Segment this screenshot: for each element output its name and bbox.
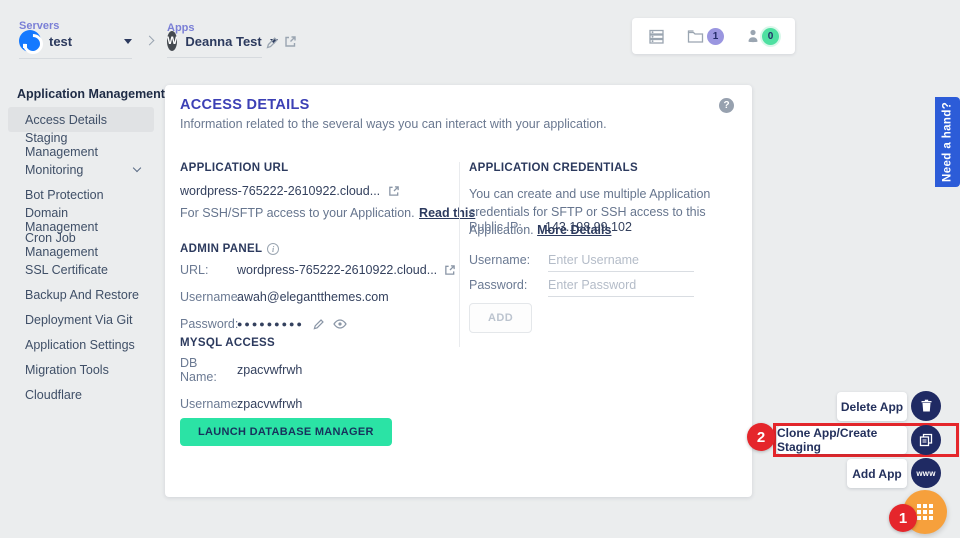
admin-username-row: Username: awah@elegantthemes.com: [180, 290, 450, 304]
cred-password-label: Password:: [469, 276, 548, 292]
info-icon[interactable]: i: [267, 243, 279, 255]
sidebar-item-label: Migration Tools: [25, 363, 109, 377]
mysql-username-value: zpacvwfrwh: [237, 397, 302, 411]
sidebar-item-label: Deployment Via Git: [25, 313, 132, 327]
admin-password-value: ●●●●●●●●●: [237, 319, 304, 329]
delete-app-button[interactable]: Delete App: [837, 392, 907, 421]
person-icon: [746, 28, 760, 44]
delete-app-icon-button[interactable]: [911, 391, 941, 421]
sidebar-item-label: Staging Management: [25, 131, 140, 159]
sidebar-item-label: Domain Management: [25, 206, 140, 234]
admin-username-value: awah@elegantthemes.com: [237, 290, 389, 304]
sidebar-item-bot-protection[interactable]: Bot Protection: [8, 182, 154, 207]
trash-icon: [920, 399, 933, 413]
public-ip-label: Public IP:: [469, 220, 545, 234]
application-url-heading: APPLICATION URL: [180, 162, 288, 174]
sidebar-item-cron-job-management[interactable]: Cron Job Management: [8, 232, 154, 257]
sidebar-item-cloudflare[interactable]: Cloudflare: [8, 382, 154, 407]
mysql-access-heading: MYSQL ACCESS: [180, 337, 275, 349]
caret-down-icon: [124, 39, 132, 44]
application-url-value: wordpress-765222-2610922.cloud...: [180, 184, 380, 198]
annotation-badge-step1: 1: [889, 504, 917, 532]
sidebar-item-deployment-via-git[interactable]: Deployment Via Git: [8, 307, 154, 332]
username-input[interactable]: [548, 251, 694, 272]
mysql-dbname-row: DB Name: zpacvwfrwh: [180, 356, 450, 384]
ssh-access-text: For SSH/SFTP access to your Application.: [180, 206, 415, 220]
add-app-icon-button[interactable]: www: [911, 458, 941, 488]
folder-icon: [687, 29, 705, 44]
sidebar-item-staging-management[interactable]: Staging Management: [8, 132, 154, 157]
team-count-badge: 0: [762, 28, 779, 45]
sidebar-item-backup-and-restore[interactable]: Backup And Restore: [8, 282, 154, 307]
top-toolbar: 1 0: [632, 18, 795, 54]
team-counter[interactable]: 0: [746, 28, 779, 45]
add-app-button[interactable]: Add App: [847, 459, 907, 488]
launch-database-manager-button[interactable]: LAUNCH DATABASE MANAGER: [180, 418, 392, 446]
chevron-right-icon: [145, 36, 155, 46]
projects-counter[interactable]: 1: [687, 28, 724, 45]
help-icon[interactable]: ?: [719, 98, 734, 113]
grid-icon: [917, 504, 933, 520]
sidebar-title: Application Management: [17, 87, 165, 101]
sidebar-item-label: Cloudflare: [25, 388, 82, 402]
cred-username-label: Username:: [469, 251, 548, 267]
sidebar-item-application-settings[interactable]: Application Settings: [8, 332, 154, 357]
sidebar-item-label: Monitoring: [25, 163, 83, 177]
page-title: ACCESS DETAILS: [180, 97, 310, 113]
sidebar-item-label: SSL Certificate: [25, 263, 108, 277]
clone-app-button[interactable]: Clone App/Create Staging: [777, 426, 907, 454]
admin-password-row: Password: ●●●●●●●●●: [180, 317, 450, 331]
edit-app-pencil-icon[interactable]: [266, 36, 279, 49]
server-selector[interactable]: test: [19, 30, 132, 59]
read-this-link[interactable]: Read this: [419, 206, 475, 220]
sidebar-item-monitoring[interactable]: Monitoring: [8, 157, 154, 182]
server-rack-icon[interactable]: [648, 28, 665, 45]
edit-password-pencil-icon[interactable]: [313, 318, 325, 330]
www-icon: www: [916, 469, 935, 478]
open-app-external-link-icon[interactable]: [284, 35, 297, 48]
app-selector[interactable]: W Deanna Test: [167, 31, 262, 58]
open-admin-external-link-icon[interactable]: [444, 264, 456, 276]
chevron-down-icon: [133, 164, 141, 172]
sidebar-items: Access Details Staging Management Monitori…: [8, 107, 154, 407]
sidebar-item-label: Backup And Restore: [25, 288, 139, 302]
projects-count-badge: 1: [707, 28, 724, 45]
clone-icon: [919, 433, 933, 447]
admin-url-value: wordpress-765222-2610922.cloud...: [237, 263, 437, 277]
annotation-badge-step2: 2: [747, 423, 775, 451]
sidebar-item-label: Cron Job Management: [25, 231, 140, 259]
sidebar-item-access-details[interactable]: Access Details: [8, 107, 154, 132]
show-password-eye-icon[interactable]: [333, 319, 347, 329]
app-name: Deanna Test: [185, 34, 261, 49]
wordpress-icon: W: [167, 31, 177, 51]
sidebar-item-migration-tools[interactable]: Migration Tools: [8, 357, 154, 382]
admin-url-row: URL: wordpress-765222-2610922.cloud...: [180, 263, 450, 277]
application-credentials-heading: APPLICATION CREDENTIALS: [469, 162, 638, 174]
sidebar-item-domain-management[interactable]: Domain Management: [8, 207, 154, 232]
column-divider: [459, 162, 460, 347]
password-input[interactable]: [548, 276, 694, 297]
mysql-username-row: Username: zpacvwfrwh: [180, 397, 450, 411]
admin-panel-heading: ADMIN PANEL: [180, 243, 262, 255]
sidebar-item-ssl-certificate[interactable]: SSL Certificate: [8, 257, 154, 282]
need-a-hand-tab[interactable]: Need a hand?: [935, 97, 960, 187]
open-url-external-link-icon[interactable]: [388, 185, 400, 197]
sidebar-item-label: Access Details: [25, 113, 107, 127]
page-subtitle: Information related to the several ways …: [180, 117, 607, 131]
mysql-dbname-value: zpacvwfrwh: [237, 363, 302, 377]
server-name: test: [49, 34, 72, 49]
sidebar-item-label: Application Settings: [25, 338, 135, 352]
digitalocean-icon: [19, 30, 41, 52]
clone-app-icon-button[interactable]: [911, 425, 941, 455]
add-credentials-button[interactable]: ADD: [469, 303, 532, 333]
sidebar-item-label: Bot Protection: [25, 188, 104, 202]
public-ip-value: 143.198.99.102: [545, 220, 632, 234]
